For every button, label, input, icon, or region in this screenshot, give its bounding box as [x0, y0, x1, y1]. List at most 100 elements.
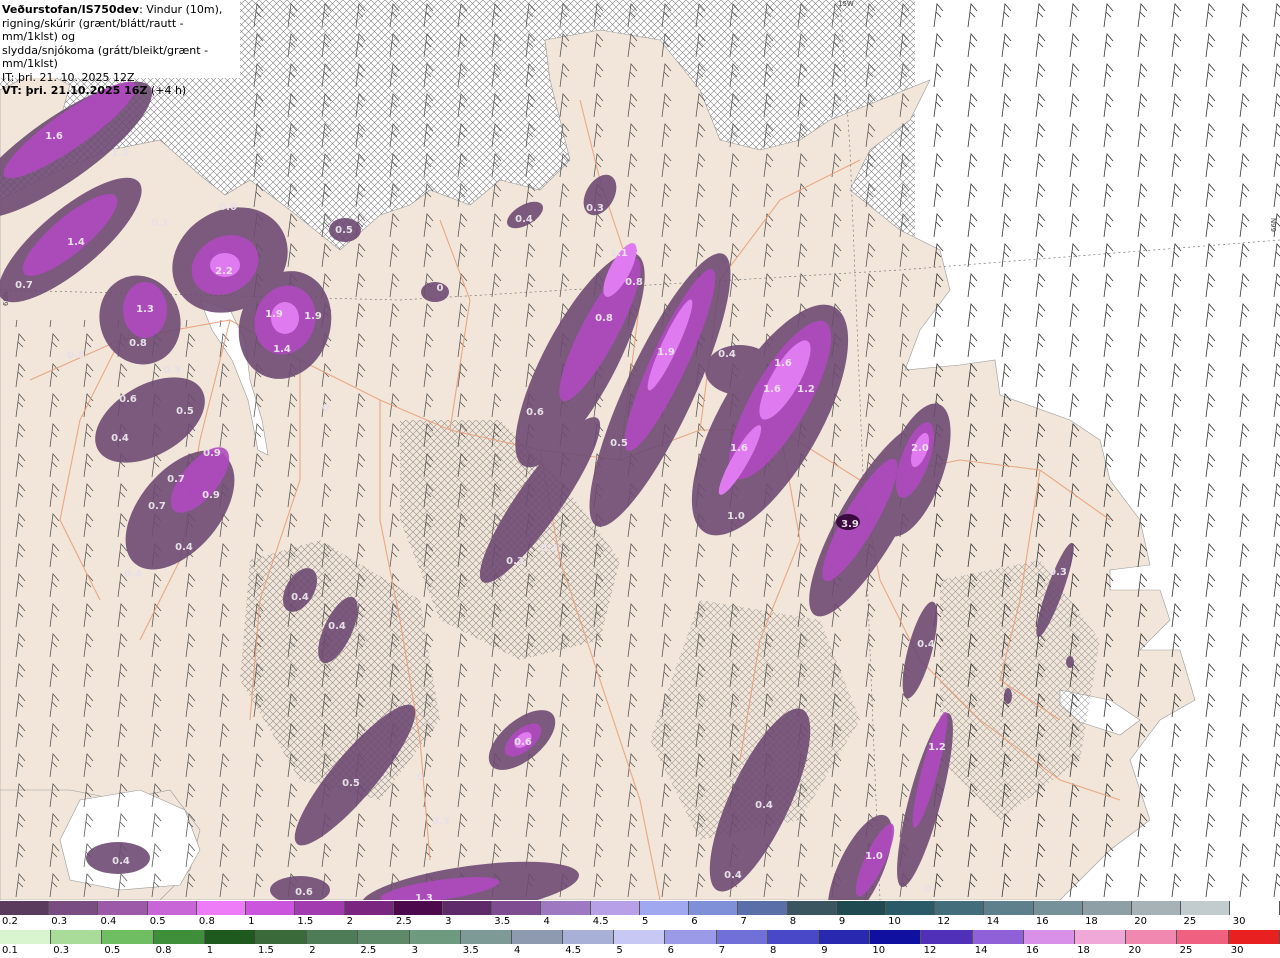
- snow-legend-label: 4: [543, 916, 550, 927]
- precip-value-label: 0.4: [175, 542, 193, 553]
- snow-legend-label: 16: [1035, 916, 1049, 927]
- snow-legend-swatch: [1082, 901, 1133, 915]
- snow-legend-label: 30: [1232, 916, 1246, 927]
- precip-value-label: 0.6: [526, 407, 544, 418]
- snow-legend-swatch: [1033, 901, 1083, 915]
- rain-legend-label: 10: [872, 945, 886, 956]
- rain-legend-label: 3.5: [462, 945, 479, 956]
- rain-legend-swatch: [716, 930, 768, 944]
- rain-legend-label: 0.5: [104, 945, 121, 956]
- rain-legend-label: 20: [1128, 945, 1142, 956]
- snow-legend-label: 9: [838, 916, 846, 927]
- rain-legend-swatch: [563, 930, 615, 944]
- snow-legend-swatch: [98, 901, 148, 915]
- precip-value-label: 1.4: [273, 344, 291, 355]
- snow-legend-swatch: [49, 901, 99, 915]
- rain-legend-swatch: [972, 930, 1024, 944]
- rain-legend-label: 9: [821, 945, 828, 956]
- snow-legend-label: 0.8: [198, 916, 215, 927]
- rain-legend-label: 30: [1230, 945, 1244, 956]
- snow-legend-label: 1.5: [297, 916, 314, 927]
- snow-legend-label: 10: [888, 916, 901, 927]
- map-title-variable: : Vindur (10m),: [139, 3, 223, 16]
- precip-value-label: 0.4: [111, 433, 129, 444]
- grid-label-15w: 15W: [838, 0, 854, 8]
- precip-value-label: 2.0: [911, 443, 929, 454]
- snow-legend-label: 18: [1085, 916, 1098, 927]
- precip-value-label: 0.3: [1049, 567, 1067, 578]
- precip-value-label: 0.6: [219, 202, 237, 213]
- rain-legend-swatch: [409, 930, 461, 944]
- snow-legend-swatch: [442, 901, 493, 915]
- precip-value-label: 0.3: [540, 543, 558, 554]
- rain-legend-label: 7: [718, 945, 726, 956]
- rain-legend-label: 18: [1077, 945, 1090, 956]
- rain-legend-label: 14: [974, 945, 988, 956]
- precip-value-label: 1.2: [928, 742, 946, 753]
- color-legend: 0.2 0.3 0.4 0.5 0.8 1 1.5 2 2.5 3 3.5 4 4.5 5 6 7 8 9 10 12…: [0, 900, 1280, 958]
- snow-legend-label: 12: [937, 916, 951, 927]
- snow-legend-swatch: [295, 901, 345, 915]
- precip-value-label: 1.0: [865, 851, 883, 862]
- precip-value-label: 1.6: [774, 358, 792, 369]
- precip-value-label: 1.9: [265, 309, 283, 320]
- rain-legend-label: 4.5: [565, 945, 582, 956]
- precip-value-label: 1.2: [797, 384, 815, 395]
- rain-legend-swatch: [255, 930, 308, 944]
- rain-legend-swatch: [358, 930, 410, 944]
- precip-value-label: 0.7: [15, 280, 33, 291]
- precip-value-label: 0.3: [506, 556, 524, 567]
- snow-legend-swatch: [246, 901, 296, 915]
- precip-value-label: 0.3: [163, 365, 181, 376]
- snow-legend-label: 14: [986, 916, 1000, 927]
- rain-legend-swatch: [1177, 930, 1229, 944]
- weather-map[interactable]: 15W 66N 66N: [0, 0, 1280, 900]
- snow-legend-swatch: [541, 901, 591, 915]
- snow-legend-swatch: [689, 901, 739, 915]
- snow-legend-label: 2: [346, 916, 353, 927]
- rain-legend-swatch: [819, 930, 871, 944]
- rain-legend-label: 3: [411, 945, 418, 956]
- rain-legend-label: 12: [923, 945, 937, 956]
- rain-legend-swatch: [614, 930, 666, 944]
- rain-legend-label: 0.8: [155, 945, 172, 956]
- snow-legend-label: 0.5: [149, 916, 166, 927]
- precip-value-label: 1.6: [45, 131, 63, 142]
- snow-legend-swatch: [1132, 901, 1182, 915]
- precip-value-label: 0.8: [67, 350, 85, 361]
- precip-value-label: 0.4: [917, 639, 935, 650]
- rain-legend-swatch: [153, 930, 205, 944]
- precip-value-label: 0.1: [151, 218, 169, 229]
- precip-value-label: 0.8: [595, 313, 613, 324]
- precip-value-label: 0.5: [176, 406, 194, 417]
- rain-legend-swatch: [460, 930, 512, 944]
- snow-legend-label: 0.4: [100, 916, 117, 927]
- precip-value-label: 0.9: [202, 490, 220, 501]
- precip-value-label: 0: [437, 283, 444, 294]
- snow-legend-label: 7: [740, 916, 747, 927]
- valid-time: VT: þri. 21.10.2025 16Z: [2, 84, 148, 97]
- precip-value-label: 0.6: [119, 394, 137, 405]
- rain-legend-swatch: [307, 930, 359, 944]
- precip-value-label: 0.4: [328, 621, 346, 632]
- snow-legend-swatch: [984, 901, 1034, 915]
- rain-legend-swatch: [665, 930, 717, 944]
- precip-value-label: 0.6: [295, 887, 313, 898]
- precip-value-label: 3.9: [841, 519, 859, 530]
- rain-legend-label: 0.3: [53, 945, 70, 956]
- snow-legend-swatch: [1230, 901, 1280, 915]
- snow-legend-swatch: [344, 901, 394, 915]
- rain-legend-label: 5: [616, 945, 623, 956]
- precip-value-label: 1.3: [136, 304, 154, 315]
- grid-label-66n-east: 66N: [1270, 218, 1278, 232]
- rain-legend-swatch: [511, 930, 564, 944]
- precip-value-label: 0.9: [203, 448, 221, 459]
- snow-legend-swatch: [738, 901, 788, 915]
- precip-value-label: 0: [925, 884, 932, 895]
- snow-legend-swatch: [590, 901, 640, 915]
- precip-value-label: 0.4: [124, 569, 142, 580]
- precip-value-label: 0.5: [610, 438, 628, 449]
- precip-value-label: 1.6: [763, 384, 781, 395]
- rain-legend-label: 1.5: [258, 945, 274, 956]
- snow-legend-label: 3: [445, 916, 452, 927]
